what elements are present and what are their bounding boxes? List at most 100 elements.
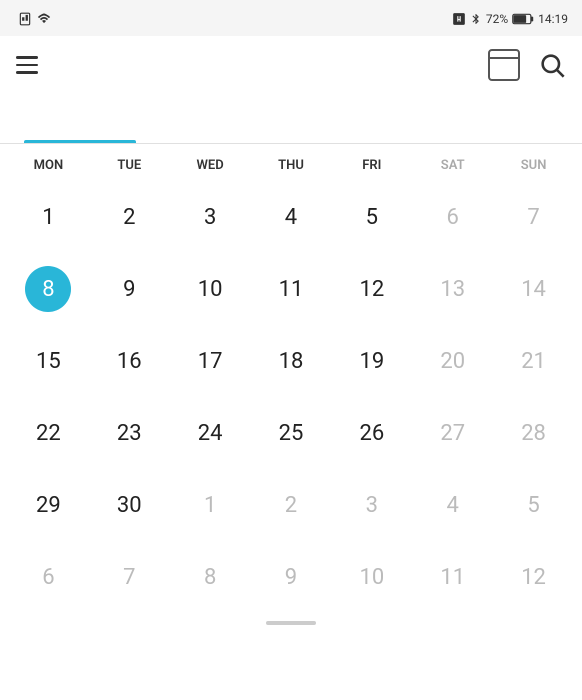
calendar-day[interactable]: 10 — [331, 541, 412, 613]
tab-schedule[interactable] — [432, 94, 573, 143]
calendar-day[interactable]: 11 — [412, 541, 493, 613]
calendar-day[interactable]: 19 — [331, 325, 412, 397]
calendar-day[interactable]: 13 — [412, 253, 493, 325]
calendar-day[interactable]: 28 — [493, 397, 574, 469]
calendar-day[interactable]: 3 — [331, 469, 412, 541]
calendar-day[interactable]: 4 — [412, 469, 493, 541]
menu-button[interactable] — [16, 56, 38, 74]
day-number: 15 — [25, 338, 71, 384]
calendar-day[interactable]: 6 — [412, 181, 493, 253]
calendar-day[interactable]: 4 — [251, 181, 332, 253]
day-number: 7 — [511, 194, 557, 240]
day-number: 3 — [349, 482, 395, 528]
app-header — [0, 36, 582, 94]
calendar-day[interactable]: 17 — [170, 325, 251, 397]
calendar-day[interactable]: 9 — [251, 541, 332, 613]
day-number: 19 — [349, 338, 395, 384]
header-icons — [488, 49, 566, 81]
battery-text: 72% — [486, 12, 508, 26]
calendar-day[interactable]: 7 — [493, 181, 574, 253]
calendar-day[interactable]: 22 — [8, 397, 89, 469]
calendar-day[interactable]: 20 — [412, 325, 493, 397]
calendar-day[interactable]: 12 — [493, 541, 574, 613]
status-bar: 72% 14:19 — [0, 0, 582, 36]
calendar-today-button[interactable] — [488, 49, 520, 81]
calendar-grid: 1234567891011121314151617181920212223242… — [0, 181, 582, 613]
calendar-day[interactable]: 1 — [8, 181, 89, 253]
calendar-day[interactable]: 5 — [493, 469, 574, 541]
calendar-day[interactable]: 7 — [89, 541, 170, 613]
calendar-day-today[interactable]: 8 — [8, 253, 89, 325]
calendar-day[interactable]: 6 — [8, 541, 89, 613]
day-header-wed: WED — [170, 154, 251, 177]
calendar-day[interactable]: 18 — [251, 325, 332, 397]
calendar-day[interactable]: 2 — [251, 469, 332, 541]
day-header-tue: TUE — [89, 154, 170, 177]
day-number: 8 — [187, 554, 233, 600]
day-number: 14 — [511, 266, 557, 312]
day-number: 6 — [25, 554, 71, 600]
day-number: 10 — [187, 266, 233, 312]
drag-handle — [266, 621, 316, 625]
calendar-day[interactable]: 12 — [331, 253, 412, 325]
day-header-thu: THU — [251, 154, 332, 177]
tab-month[interactable] — [10, 94, 151, 143]
calendar-day[interactable]: 10 — [170, 253, 251, 325]
day-number: 29 — [25, 482, 71, 528]
day-number: 22 — [25, 410, 71, 456]
calendar-day[interactable]: 2 — [89, 181, 170, 253]
calendar-day[interactable]: 26 — [331, 397, 412, 469]
calendar-day[interactable]: 24 — [170, 397, 251, 469]
calendar-day[interactable]: 21 — [493, 325, 574, 397]
day-number: 7 — [106, 554, 152, 600]
day-number: 21 — [511, 338, 557, 384]
bottom-handle — [0, 613, 582, 629]
day-number: 9 — [268, 554, 314, 600]
day-number: 5 — [349, 194, 395, 240]
calendar-day[interactable]: 29 — [8, 469, 89, 541]
day-number: 12 — [349, 266, 395, 312]
day-number: 3 — [187, 194, 233, 240]
day-number: 23 — [106, 410, 152, 456]
calendar-view: MONTUEWEDTHUFRISATSUN 123456789101112131… — [0, 144, 582, 613]
day-number: 8 — [25, 266, 71, 312]
calendar-day[interactable]: 15 — [8, 325, 89, 397]
sim-icon — [18, 12, 32, 26]
status-left — [14, 12, 52, 26]
calendar-day[interactable]: 25 — [251, 397, 332, 469]
day-number: 9 — [106, 266, 152, 312]
day-header-fri: FRI — [331, 154, 412, 177]
day-header-mon: MON — [8, 154, 89, 177]
day-number: 25 — [268, 410, 314, 456]
calendar-day[interactable]: 8 — [170, 541, 251, 613]
calendar-day[interactable]: 27 — [412, 397, 493, 469]
calendar-day[interactable]: 11 — [251, 253, 332, 325]
day-number: 12 — [511, 554, 557, 600]
calendar-day[interactable]: 16 — [89, 325, 170, 397]
view-tab-bar — [0, 94, 582, 144]
day-number: 11 — [430, 554, 476, 600]
day-number: 16 — [106, 338, 152, 384]
calendar-day[interactable]: 9 — [89, 253, 170, 325]
search-button[interactable] — [538, 51, 566, 79]
day-number: 13 — [430, 266, 476, 312]
day-number: 20 — [430, 338, 476, 384]
nfc-icon — [452, 12, 466, 26]
bluetooth-icon — [470, 12, 482, 26]
calendar-day[interactable]: 14 — [493, 253, 574, 325]
calendar-day[interactable]: 23 — [89, 397, 170, 469]
tab-week[interactable] — [151, 94, 292, 143]
day-headers: MONTUEWEDTHUFRISATSUN — [0, 144, 582, 181]
calendar-day[interactable]: 5 — [331, 181, 412, 253]
day-number: 17 — [187, 338, 233, 384]
calendar-day[interactable]: 30 — [89, 469, 170, 541]
calendar-day[interactable]: 3 — [170, 181, 251, 253]
day-number: 1 — [187, 482, 233, 528]
tab-day[interactable] — [291, 94, 432, 143]
day-number: 26 — [349, 410, 395, 456]
battery-icon — [512, 13, 534, 25]
day-header-sun: SUN — [493, 154, 574, 177]
calendar-icon-top — [490, 51, 518, 59]
calendar-day[interactable]: 1 — [170, 469, 251, 541]
day-number: 4 — [430, 482, 476, 528]
